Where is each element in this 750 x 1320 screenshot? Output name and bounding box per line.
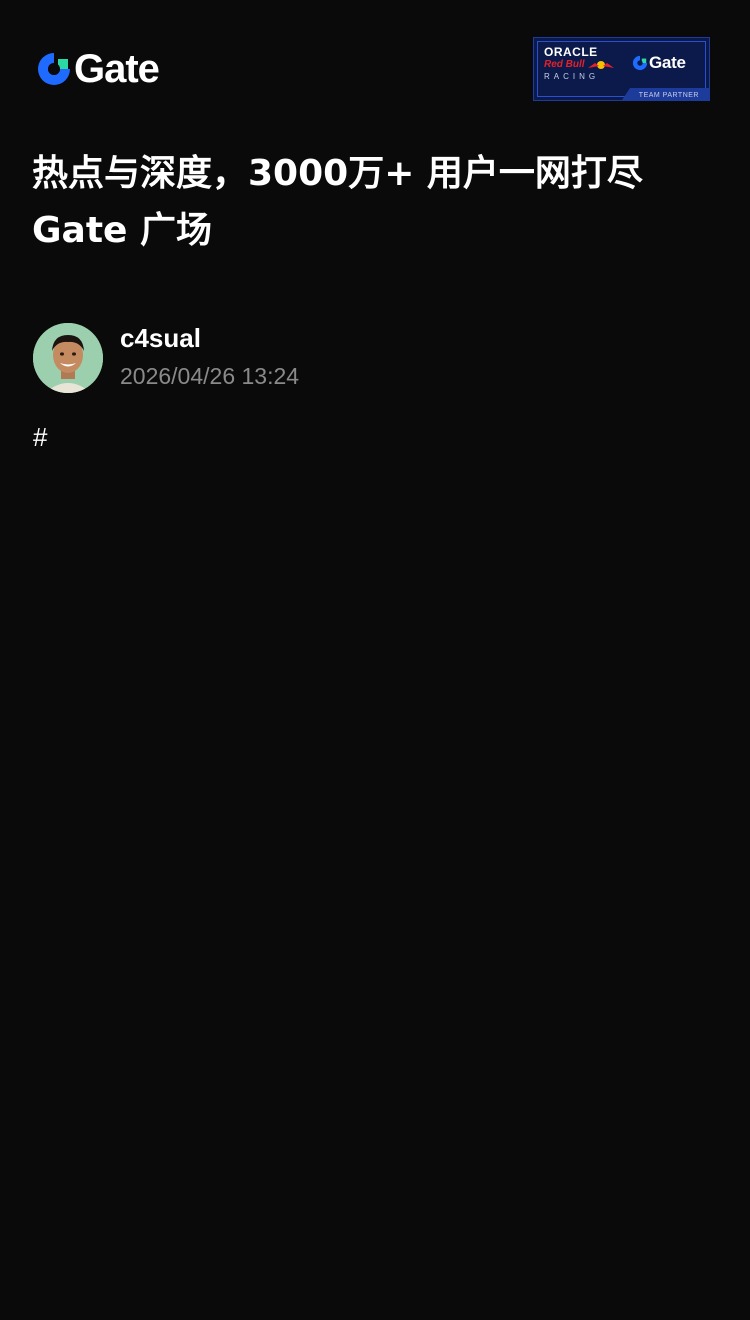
title-line-1: 热点与深度，3000万+ 用户一网打尽 (32, 153, 643, 194)
racing-text: RACING (544, 72, 600, 81)
team-partner-text: TEAM PARTNER (638, 92, 699, 99)
page: Gate ORACLE Red Bull RACING Gate TEAM PA… (0, 0, 750, 1320)
post-body: # (33, 422, 48, 452)
gate-logo-icon (38, 53, 70, 85)
gate-wordmark: Gate (74, 47, 160, 91)
author-name[interactable]: c4sual (120, 321, 299, 355)
partner-gate-wordmark: Gate (649, 53, 686, 72)
author-meta: c4sual 2026/04/26 13:24 (120, 321, 299, 395)
redbull-text: Red Bull (544, 59, 585, 70)
page-title: 热点与深度，3000万+ 用户一网打尽 Gate 广场 (32, 145, 722, 259)
partner-gate-logo: Gate (632, 53, 686, 73)
author-block: c4sual 2026/04/26 13:24 (33, 321, 299, 395)
user-avatar-icon (33, 323, 103, 393)
gate-logo-icon (632, 55, 648, 71)
title-line-2: Gate 广场 (32, 210, 213, 251)
avatar[interactable] (33, 323, 103, 393)
partner-badge: ORACLE Red Bull RACING Gate TEAM PARTNER (533, 37, 710, 101)
post-timestamp: 2026/04/26 13:24 (120, 363, 300, 389)
red-bull-icon (588, 61, 614, 69)
gate-logo[interactable]: Gate (36, 47, 160, 91)
oracle-text: ORACLE (544, 45, 598, 59)
